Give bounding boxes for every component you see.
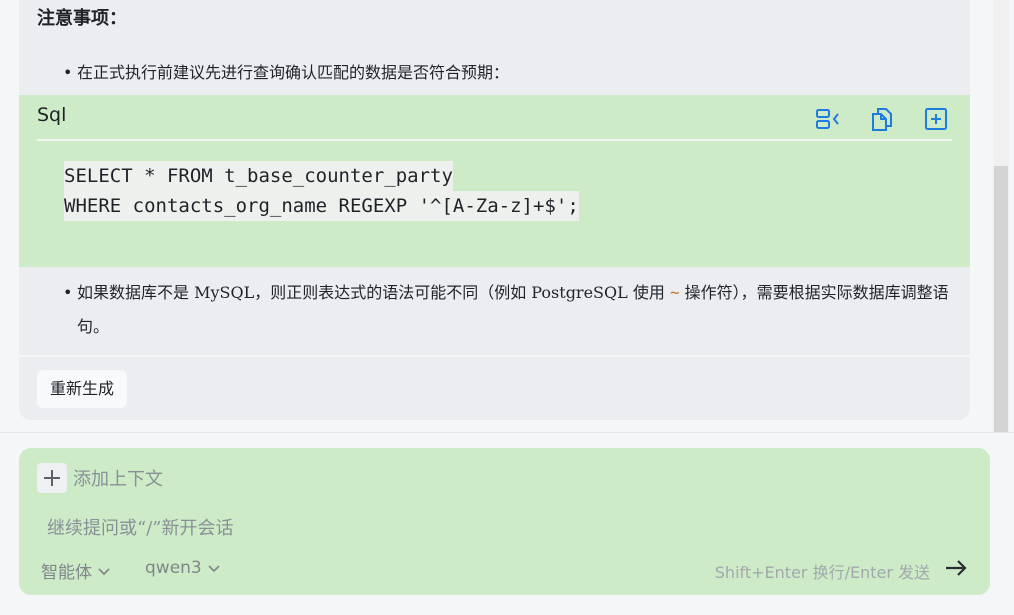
notes-heading: 注意事项： xyxy=(37,8,127,29)
list-item: • 在正式执行前建议先进行查询确认匹配的数据是否符合预期： xyxy=(63,56,510,90)
prompt-input[interactable]: 继续提问或“/”新开会话 xyxy=(47,514,747,540)
list-item-text-before: 如果数据库不是 MySQL，则正则表达式的语法可能不同（例如 PostgreSQ… xyxy=(77,283,670,302)
code-toolbar xyxy=(814,105,950,133)
inline-code: ~ xyxy=(669,283,680,302)
code-content: SELECT * FROM t_base_counter_party WHERE… xyxy=(64,161,579,221)
code-line: SELECT * FROM t_base_counter_party xyxy=(64,161,453,191)
code-header-divider xyxy=(37,139,952,141)
agent-selector-label: 智能体 xyxy=(41,563,92,583)
list-item-text: 在正式执行前建议先进行查询确认匹配的数据是否符合预期： xyxy=(77,63,510,82)
chevron-down-icon xyxy=(208,558,220,578)
divider xyxy=(0,432,1014,433)
bullet-dot: • xyxy=(63,283,73,302)
wrap-icon[interactable] xyxy=(814,105,842,133)
regenerate-button[interactable]: 重新生成 xyxy=(37,370,128,408)
model-selector-label: qwen3 xyxy=(145,558,202,578)
send-arrow-icon[interactable] xyxy=(944,556,970,582)
composer: 添加上下文 继续提问或“/”新开会话 智能体 qwen3 Shift+Enter… xyxy=(19,448,990,595)
code-language-label: Sql xyxy=(37,104,67,126)
chevron-down-icon xyxy=(98,561,110,581)
code-line: WHERE contacts_org_name REGEXP '^[A-Za-z… xyxy=(64,191,579,221)
shortcut-hint: Shift+Enter 换行/Enter 发送 xyxy=(714,563,930,582)
plus-icon xyxy=(37,463,67,493)
model-selector[interactable]: qwen3 xyxy=(145,558,220,578)
add-context-button[interactable]: 添加上下文 xyxy=(37,463,163,493)
scrollbar[interactable] xyxy=(993,0,1009,432)
copy-icon[interactable] xyxy=(868,105,896,133)
divider xyxy=(19,355,970,357)
scrollbar-thumb[interactable] xyxy=(994,166,1008,432)
answer-panel: 注意事项： • 在正式执行前建议先进行查询确认匹配的数据是否符合预期： Sql xyxy=(19,0,970,420)
list-item: • 如果数据库不是 MySQL，则正则表达式的语法可能不同（例如 Postgre… xyxy=(63,276,957,344)
add-context-label: 添加上下文 xyxy=(73,469,163,490)
agent-selector[interactable]: 智能体 xyxy=(41,558,110,583)
code-block: Sql SELECT * FROM t_base_counter_party W… xyxy=(19,95,970,267)
bullet-dot: • xyxy=(63,63,73,82)
insert-icon[interactable] xyxy=(922,105,950,133)
